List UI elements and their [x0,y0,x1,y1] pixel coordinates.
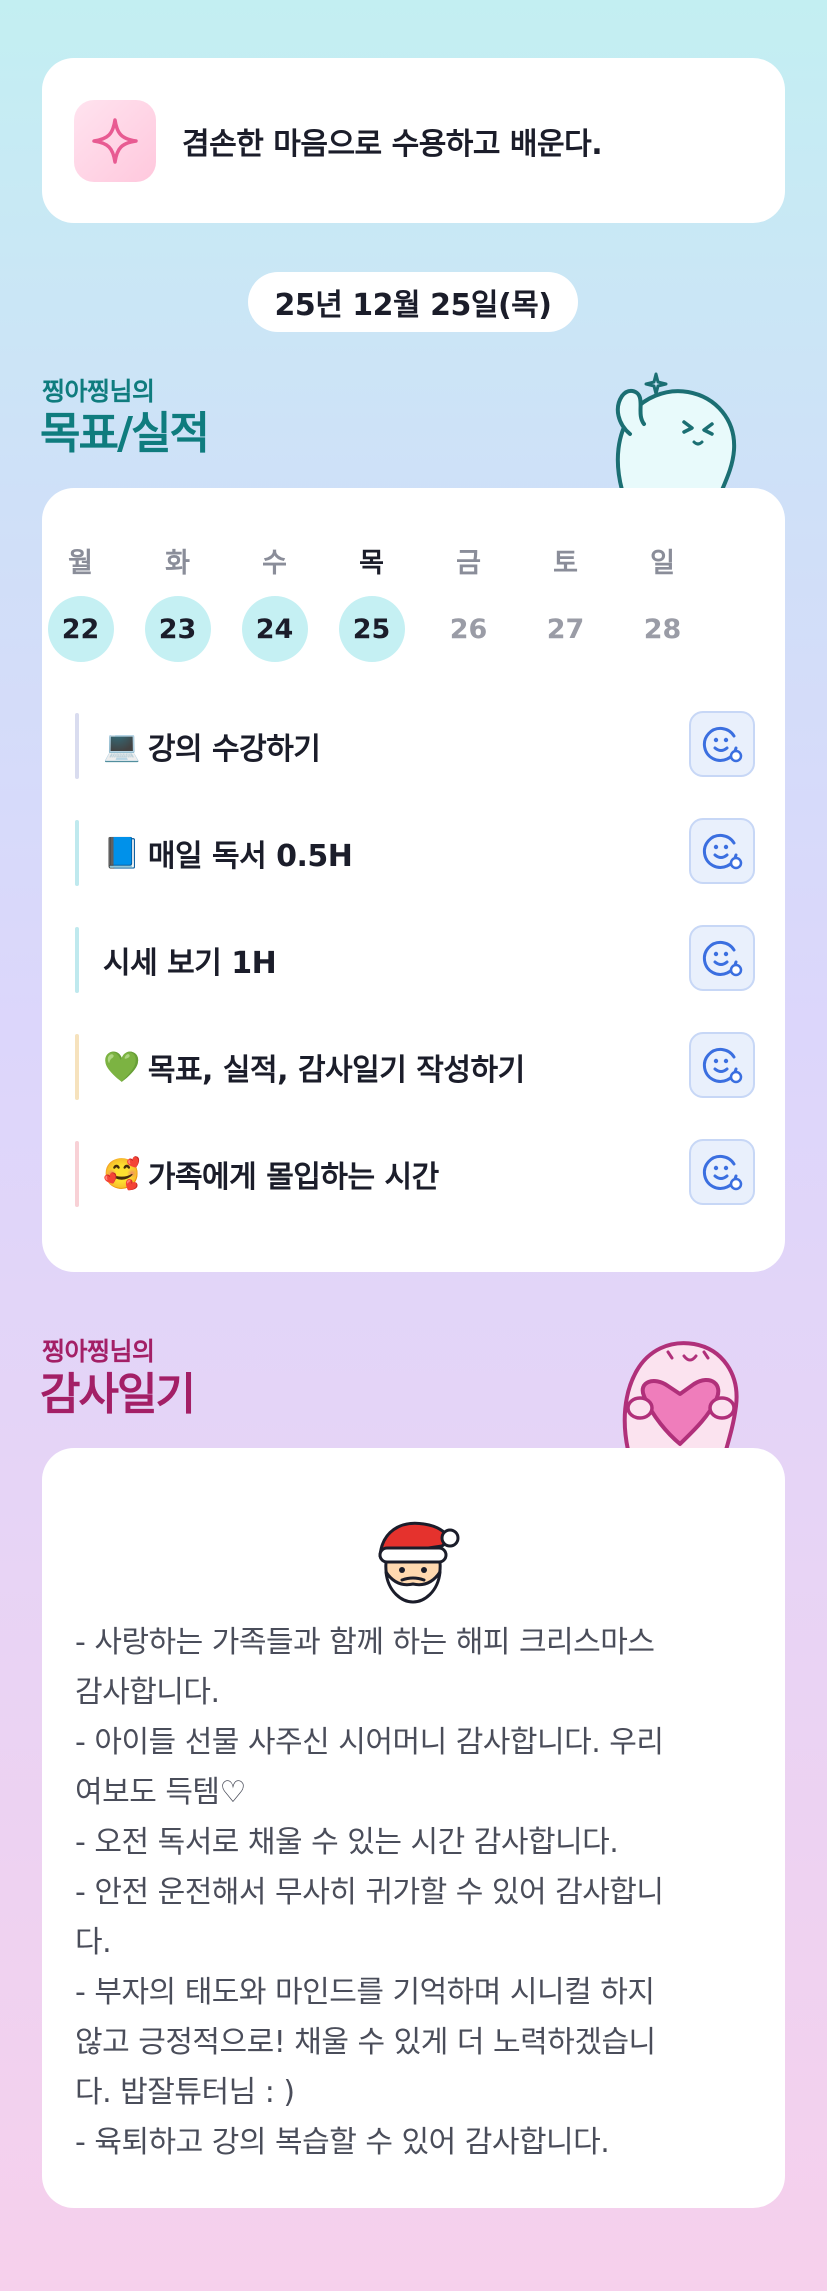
task-item: 💻 강의 수강하기 [75,711,755,779]
weekday-wed: 수 [262,547,287,579]
weekday-tue: 화 [165,547,190,579]
day-26[interactable]: 26 [436,596,502,662]
task-bar [75,927,79,993]
gratitude-title: 감사일기 [40,1369,196,1420]
smiley-plus-icon [702,833,743,870]
gratitude-line: 않고 긍정적으로! 채울 수 있게 더 노력하겠습니 [75,2025,656,2060]
gratitude-line: - 오전 독서로 채울 수 있는 시간 감사합니다. [75,1825,619,1860]
weekday-row: 월 화 수 목 금 토 일 [0,540,743,580]
task-bar [75,1141,79,1207]
gratitude-line: - 육퇴하고 강의 복습할 수 있어 감사합니다. [75,2125,610,2160]
task-label: 💚 목표, 실적, 감사일기 작성하기 [103,1045,525,1089]
weekday-sun: 일 [650,547,675,579]
gratitude-line: - 아이들 선물 사주신 시어머니 감사합니다. 우리 [75,1725,664,1760]
task-text: 목표, 실적, 감사일기 작성하기 [147,1053,525,1088]
sparkle-icon [74,99,156,182]
weekday-thu: 목 [359,547,384,579]
task-label: 📘 매일 독서 0.5H [103,831,353,875]
laptop-icon: 💻 [103,728,140,764]
day-25[interactable]: 25 [338,596,405,662]
pink-mascot-icon [622,1341,739,1450]
task-text: 매일 독서 0.5H [147,839,353,874]
weekday-mon: 월 [68,547,93,579]
gratitude-line: 여보도 득템♡ [75,1775,246,1810]
date-row: 22 23 24 25 26 27 28 [0,596,743,662]
teal-mascot-icon [615,372,737,490]
day-23[interactable]: 23 [144,596,211,662]
gratitude-line: - 부자의 태도와 마인드를 기억하며 시니컬 하지 [75,1975,655,2010]
book-icon: 📘 [103,835,140,871]
quote-card: 겸손한 마음으로 수용하고 배운다. [42,58,785,223]
date-pill[interactable]: 25년 12월 25일(목) [248,272,578,332]
task-label: 시세 보기 1H [103,938,277,982]
task-text: 강의 수강하기 [147,732,321,767]
smiley-plus-icon [702,940,743,977]
smiley-plus-button[interactable] [689,711,755,777]
gratitude-line: - 사랑하는 가족들과 함께 하는 해피 크리스마스 [75,1625,655,1660]
goals-title: 목표/실적 [40,408,210,459]
green-heart-icon: 💚 [103,1049,140,1085]
task-bar [75,1034,79,1100]
santa-icon [378,1521,460,1604]
weekday-fri: 금 [456,547,481,579]
smiley-plus-button[interactable] [689,1032,755,1098]
smiley-plus-button[interactable] [689,1139,755,1205]
smiley-plus-icon [702,1154,743,1191]
task-text: 가족에게 몰입하는 시간 [147,1160,439,1195]
smiley-plus-icon [702,726,743,763]
gratitude-line: 감사합니다. [75,1675,220,1710]
quote-text: 겸손한 마음으로 수용하고 배운다. [182,126,603,162]
smiley-plus-icon [702,1047,743,1084]
task-bar [75,820,79,886]
gratitude-line: 다. [75,1925,112,1960]
gratitude-line: - 안전 운전해서 무사히 귀가할 수 있어 감사합니 [75,1875,664,1910]
task-item: 시세 보기 1H [75,925,755,993]
gratitude-text: - 사랑하는 가족들과 함께 하는 해피 크리스마스 감사합니다. - 아이들 … [75,1618,755,2168]
task-label: 💻 강의 수강하기 [103,724,321,768]
task-label: 🥰 가족에게 몰입하는 시간 [103,1152,439,1196]
day-24[interactable]: 24 [241,596,308,662]
task-bar [75,713,79,779]
gratitude-line: 다. 밥잘튜터님 : ) [75,2075,295,2110]
day-22[interactable]: 22 [47,596,114,662]
task-text: 시세 보기 1H [103,946,277,981]
smiling-hearts-face-icon: 🥰 [103,1156,140,1192]
task-item: 💚 목표, 실적, 감사일기 작성하기 [75,1032,755,1100]
task-item: 📘 매일 독서 0.5H [75,818,755,886]
weekday-sat: 토 [553,547,578,579]
smiley-plus-button[interactable] [689,925,755,991]
day-28[interactable]: 28 [630,596,696,662]
day-27[interactable]: 27 [533,596,599,662]
smiley-plus-button[interactable] [689,818,755,884]
task-item: 🥰 가족에게 몰입하는 시간 [75,1139,755,1207]
